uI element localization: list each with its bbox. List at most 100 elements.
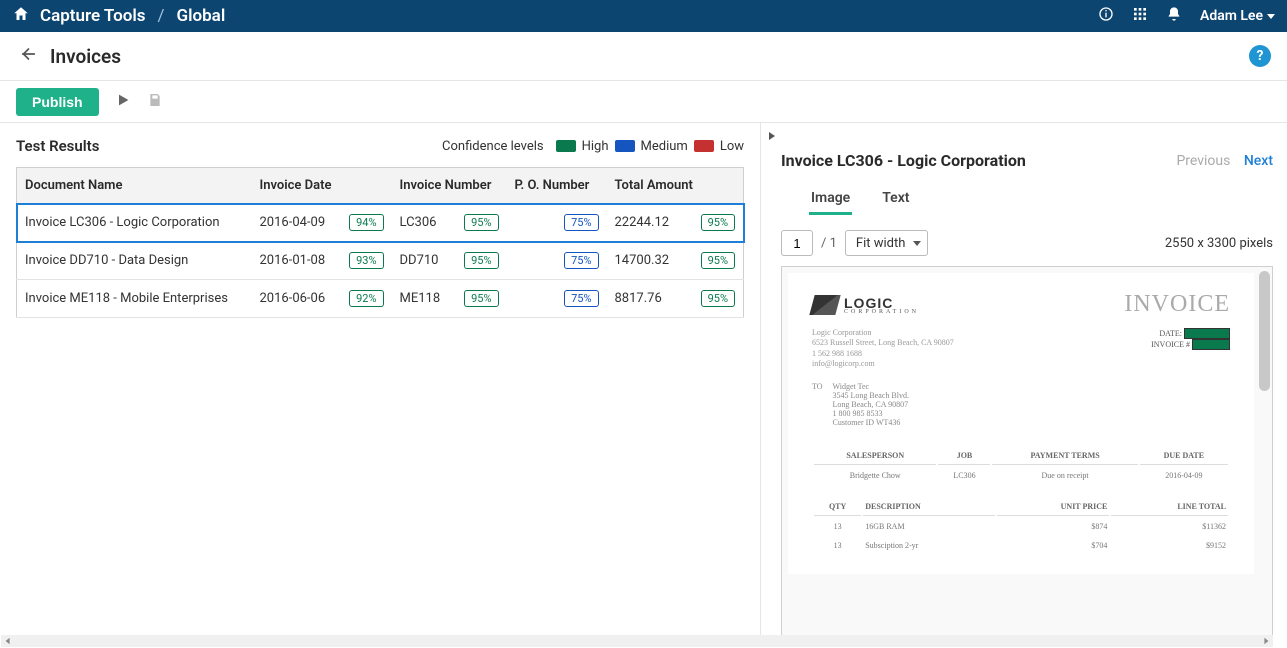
date-highlight: xxxxxxx	[1184, 328, 1230, 339]
cell-date: 2016-01-08	[260, 253, 326, 268]
confidence-badge: 94%	[349, 214, 383, 231]
td-line: $11362	[1111, 518, 1228, 535]
logo-mark	[809, 295, 840, 315]
th-terms: PAYMENT TERMS	[992, 447, 1137, 465]
cell-total: 22244.12	[615, 215, 670, 230]
invoice-lines-table: QTYDESCRIPTIONUNIT PRICELINE TOTAL 1316G…	[812, 496, 1230, 556]
image-dimensions: 2550 x 3300 pixels	[1165, 236, 1273, 251]
col-total-amount[interactable]: Total Amount	[607, 168, 744, 204]
breadcrumb-section[interactable]: Global	[177, 6, 226, 26]
expand-icon[interactable]	[767, 129, 777, 145]
cell-date: 2016-06-06	[260, 291, 326, 306]
invnum-highlight: xxxxx	[1192, 339, 1230, 350]
document-viewer[interactable]: LOGIC CORPORATION INVOICE Logic Corporat…	[781, 266, 1273, 636]
results-pane: Test Results Confidence levels High Medi…	[0, 123, 760, 636]
to-name: Widget Tec	[833, 382, 909, 391]
table-row[interactable]: Invoice DD710 - Data Design 2016-01-08 93…	[17, 242, 744, 280]
swatch-high	[556, 140, 576, 152]
company-addr: 6523 Russell Street, Long Beach, CA 9080…	[812, 338, 954, 348]
zoom-select[interactable]: Fit width	[845, 230, 929, 256]
user-name: Adam Lee	[1200, 8, 1263, 24]
th-salesperson: SALESPERSON	[814, 447, 936, 465]
page-input[interactable]	[781, 230, 813, 256]
invoice-document: LOGIC CORPORATION INVOICE Logic Corporat…	[788, 273, 1254, 574]
td-unit: $704	[997, 537, 1109, 554]
cell-docname: Invoice DD710 - Data Design	[17, 242, 252, 280]
table-row[interactable]: Invoice ME118 - Mobile Enterprises 2016-…	[17, 280, 744, 318]
col-invoice-date[interactable]: Invoice Date	[252, 168, 392, 204]
bell-icon[interactable]	[1166, 6, 1182, 26]
to-addr2: Long Beach, CA 90807	[833, 400, 909, 409]
legend-high: High	[582, 139, 609, 154]
caret-down-icon	[913, 241, 921, 246]
caret-down-icon	[1267, 14, 1275, 19]
toolbar: Publish	[0, 81, 1287, 123]
results-title: Test Results	[16, 137, 99, 155]
app-name: Capture Tools	[40, 6, 145, 26]
td-desc: 16GB RAM	[863, 518, 995, 535]
company-email: info@logicorp.com	[812, 359, 954, 369]
confidence-badge: 93%	[349, 252, 383, 269]
swatch-low	[694, 140, 714, 152]
th-line: LINE TOTAL	[1111, 498, 1228, 516]
scrollbar-thumb[interactable]	[1259, 271, 1270, 391]
td-unit: $874	[997, 518, 1109, 535]
th-job: JOB	[938, 447, 990, 465]
horizontal-scrollbar[interactable]	[1, 635, 1273, 647]
cell-invnum: DD710	[400, 253, 439, 268]
td-qty: 13	[814, 537, 861, 554]
page-title: Invoices	[50, 45, 121, 68]
th-desc: DESCRIPTION	[863, 498, 995, 516]
back-line	[16, 44, 36, 68]
tab-text[interactable]: Text	[880, 184, 911, 215]
col-invoice-number[interactable]: Invoice Number	[392, 168, 507, 204]
th-due: DUE DATE	[1140, 447, 1228, 465]
td-salesperson: Bridgette Chow	[814, 467, 936, 484]
confidence-badge: 95%	[701, 252, 735, 269]
top-bar: Capture Tools / Global Adam Lee	[0, 0, 1287, 32]
to-addr1: 3545 Long Beach Blvd.	[833, 391, 909, 400]
col-po-number[interactable]: P. O. Number	[507, 168, 607, 204]
next-link[interactable]: Next	[1244, 153, 1273, 169]
invoice-summary-table: SALESPERSONJOBPAYMENT TERMSDUE DATE Brid…	[812, 445, 1230, 486]
cell-docname: Invoice LC306 - Logic Corporation	[17, 204, 252, 242]
col-document-name[interactable]: Document Name	[17, 168, 252, 204]
table-row[interactable]: Invoice LC306 - Logic Corporation 2016-0…	[17, 204, 744, 242]
confidence-badge: 95%	[701, 290, 735, 307]
to-label: TO	[812, 382, 823, 427]
th-qty: QTY	[814, 498, 861, 516]
zoom-value: Fit width	[856, 236, 906, 251]
help-icon[interactable]: ?	[1249, 45, 1271, 67]
save-icon	[147, 92, 163, 112]
swatch-medium	[615, 140, 635, 152]
logo-subtext: CORPORATION	[844, 309, 919, 315]
preview-tabs: Image Text	[781, 184, 1273, 216]
home-icon[interactable]	[12, 5, 30, 28]
info-icon[interactable]	[1098, 6, 1114, 26]
cell-total: 14700.32	[615, 253, 670, 268]
td-line: $9152	[1111, 537, 1228, 554]
user-menu[interactable]: Adam Lee	[1200, 8, 1275, 24]
confidence-badge: 95%	[464, 214, 498, 231]
company-name: Logic Corporation	[812, 328, 954, 338]
cell-invnum: LC306	[400, 215, 437, 230]
apps-grid-icon[interactable]	[1132, 6, 1148, 26]
scroll-right-icon[interactable]	[1259, 635, 1273, 647]
td-qty: 13	[814, 518, 861, 535]
th-unit: UNIT PRICE	[997, 498, 1109, 516]
cell-invnum: ME118	[400, 291, 441, 306]
legend-label: Confidence levels	[442, 139, 544, 154]
publish-button[interactable]: Publish	[16, 88, 99, 116]
tab-image[interactable]: Image	[809, 184, 852, 215]
scroll-left-icon[interactable]	[1, 635, 15, 647]
cell-date: 2016-04-09	[260, 215, 326, 230]
to-phone: 1 800 985 8533	[833, 409, 909, 418]
td-desc: Subsciption 2-yr	[863, 537, 995, 554]
cell-docname: Invoice ME118 - Mobile Enterprises	[17, 280, 252, 318]
play-icon[interactable]	[115, 92, 131, 112]
confidence-badge: 95%	[464, 290, 498, 307]
preview-title: Invoice LC306 - Logic Corporation	[781, 151, 1026, 170]
breadcrumb-separator: /	[157, 6, 164, 26]
company-phone: 1 562 988 1688	[812, 349, 954, 359]
confidence-badge: 95%	[701, 214, 735, 231]
